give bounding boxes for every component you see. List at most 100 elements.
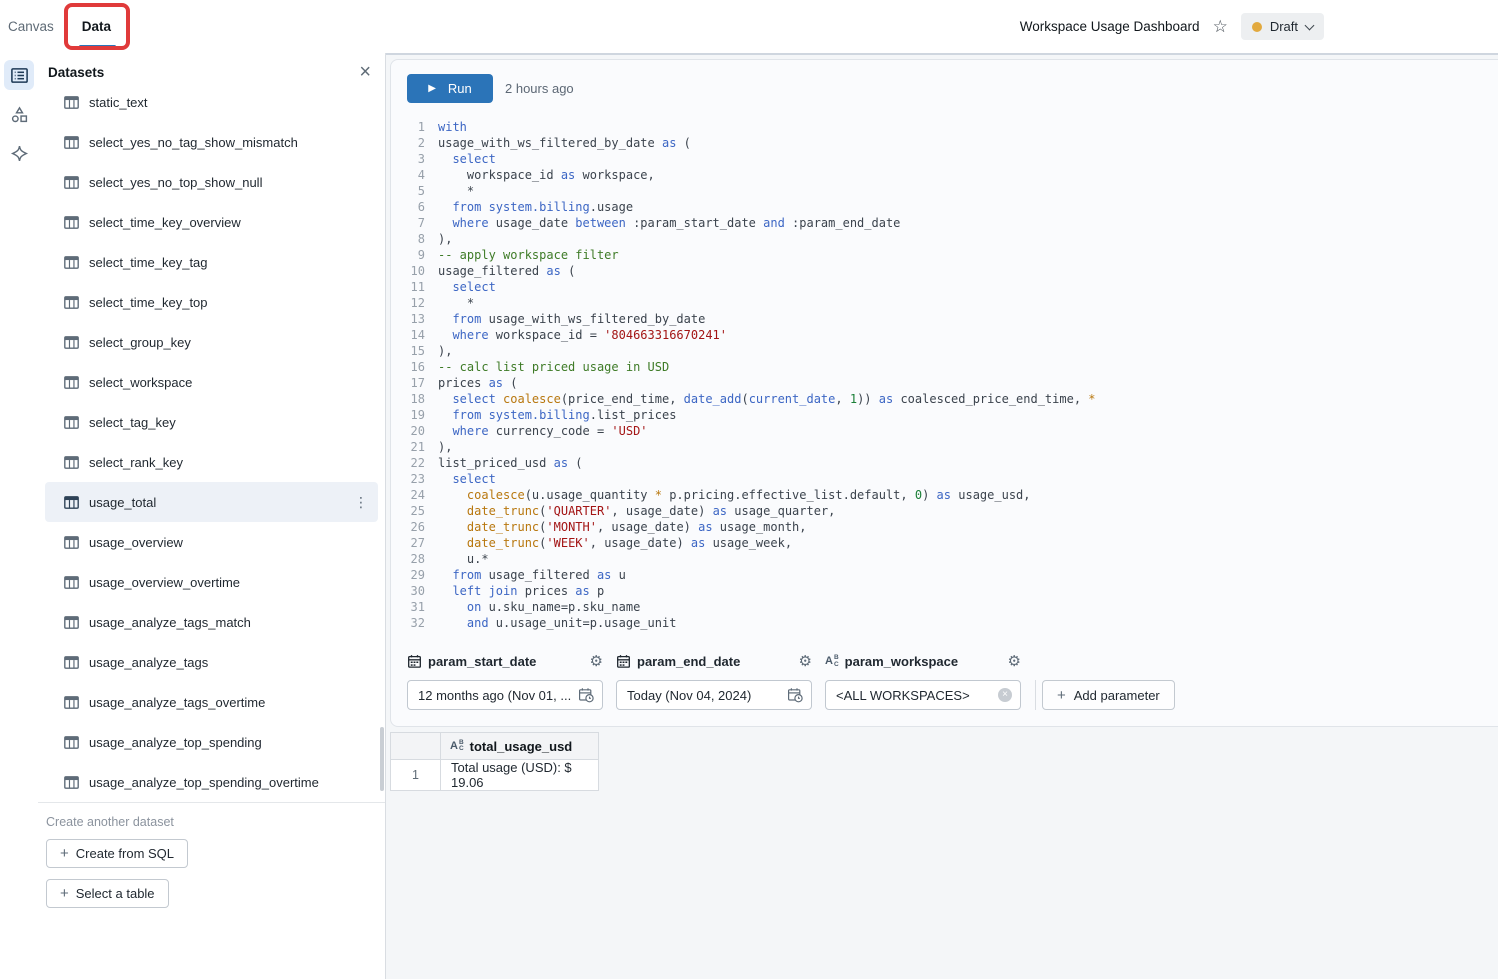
- rail-diagram-button[interactable]: [4, 99, 34, 129]
- tab-canvas[interactable]: Canvas: [8, 0, 54, 53]
- publish-status-dropdown[interactable]: Draft: [1241, 13, 1324, 40]
- rail-datasets-button[interactable]: [4, 60, 34, 90]
- results-table: ABCtotal_usage_usd 1Total usage (USD): $…: [390, 732, 599, 791]
- dataset-item[interactable]: select_rank_key: [45, 442, 378, 482]
- dataset-item[interactable]: select_yes_no_tag_show_mismatch: [45, 122, 378, 162]
- code-line: 29 from usage_filtered as u: [391, 567, 1498, 583]
- dataset-item-label: select_time_key_top: [89, 295, 208, 310]
- dataset-item-label: select_time_key_overview: [89, 215, 241, 230]
- dataset-item[interactable]: select_tag_key: [45, 402, 378, 442]
- parameter-name: param_start_date: [428, 654, 536, 669]
- dataset-item[interactable]: select_time_key_top: [45, 282, 378, 322]
- dataset-item[interactable]: select_yes_no_top_show_null: [45, 162, 378, 202]
- code-line: 13 from usage_with_ws_filtered_by_date: [391, 311, 1498, 327]
- table-icon: [63, 134, 80, 151]
- code-text: ),: [438, 343, 452, 359]
- draft-status-dot-icon: [1252, 22, 1262, 32]
- dataset-item-label: usage_total: [89, 495, 156, 510]
- code-line: 16-- calc list priced usage in USD: [391, 359, 1498, 375]
- parameter-input-param_start_date[interactable]: 12 months ago (Nov 01, ...: [407, 680, 603, 710]
- code-text: ),: [438, 231, 452, 247]
- dataset-item-label: usage_analyze_top_spending: [89, 735, 262, 750]
- line-number: 10: [391, 263, 438, 279]
- datasets-panel-header: Datasets ×: [38, 53, 385, 82]
- code-line: 11 select: [391, 279, 1498, 295]
- parameter-value: 12 months ago (Nov 01, ...: [418, 688, 572, 703]
- dataset-item[interactable]: select_group_key: [45, 322, 378, 362]
- table-icon: [63, 334, 80, 351]
- close-panel-icon[interactable]: ×: [359, 62, 371, 82]
- dataset-item[interactable]: usage_overview_overtime: [45, 562, 378, 602]
- dataset-item[interactable]: static_text: [45, 82, 378, 122]
- datasets-panel-footer: Create another dataset + Create from SQL…: [38, 802, 385, 919]
- content-area: Datasets × static_textselect_yes_no_tag_…: [0, 53, 1498, 979]
- parameter-input-param_end_date[interactable]: Today (Nov 04, 2024): [616, 680, 812, 710]
- dataset-item-label: select_tag_key: [89, 415, 176, 430]
- sql-code-editor[interactable]: 1with2usage_with_ws_filtered_by_date as …: [391, 119, 1498, 631]
- line-number: 20: [391, 423, 438, 439]
- dataset-item-label: usage_analyze_tags_match: [89, 615, 251, 630]
- table-icon: [63, 454, 80, 471]
- active-tab-underline: [79, 45, 116, 48]
- dashboard-title[interactable]: Workspace Usage Dashboard: [1020, 19, 1200, 34]
- code-line: 1with: [391, 119, 1498, 135]
- panel-scrollbar[interactable]: [380, 727, 384, 791]
- code-text: where currency_code = 'USD': [438, 423, 648, 439]
- select-a-table-label: Select a table: [76, 886, 155, 901]
- favorite-star-icon[interactable]: ☆: [1213, 18, 1228, 35]
- parameter-param_workspace: ABC param_workspace ⚙ <ALL WORKSPACES>×: [825, 652, 1021, 710]
- dataset-item[interactable]: usage_analyze_tags_match: [45, 602, 378, 642]
- line-number: 32: [391, 615, 438, 631]
- clear-value-icon[interactable]: ×: [998, 688, 1012, 702]
- line-number: 29: [391, 567, 438, 583]
- add-parameter-button[interactable]: +Add parameter: [1042, 680, 1175, 710]
- dataset-item[interactable]: select_time_key_tag: [45, 242, 378, 282]
- calendar-clock-icon[interactable]: [787, 687, 803, 703]
- code-text: from system.billing.list_prices: [438, 407, 676, 423]
- run-button[interactable]: ▶ Run: [407, 74, 493, 103]
- string-type-icon: ABC: [825, 655, 839, 668]
- dataset-item[interactable]: usage_total ⋮: [45, 482, 378, 522]
- dataset-list-icon: [10, 66, 29, 85]
- code-line: 7 where usage_date between :param_start_…: [391, 215, 1498, 231]
- code-line: 10usage_filtered as (: [391, 263, 1498, 279]
- calendar-clock-icon[interactable]: [578, 687, 594, 703]
- create-dataset-label: Create another dataset: [46, 815, 385, 829]
- code-text: date_trunc('WEEK', usage_date) as usage_…: [438, 535, 792, 551]
- dataset-item[interactable]: usage_analyze_tags_overtime: [45, 682, 378, 722]
- select-a-table-button[interactable]: + Select a table: [46, 879, 169, 908]
- dataset-item[interactable]: usage_analyze_top_spending: [45, 722, 378, 762]
- gear-icon[interactable]: ⚙: [1008, 654, 1021, 669]
- parameter-param_start_date: param_start_date ⚙ 12 months ago (Nov 01, …: [407, 652, 603, 710]
- gear-icon[interactable]: ⚙: [799, 654, 812, 669]
- line-number: 22: [391, 455, 438, 471]
- code-line: 9-- apply workspace filter: [391, 247, 1498, 263]
- code-line: 19 from system.billing.list_prices: [391, 407, 1498, 423]
- line-number: 25: [391, 503, 438, 519]
- code-line: 24 coalesce(u.usage_quantity * p.pricing…: [391, 487, 1498, 503]
- line-number: 31: [391, 599, 438, 615]
- parameter-input-param_workspace[interactable]: <ALL WORKSPACES>×: [825, 680, 1021, 710]
- line-number: 4: [391, 167, 438, 183]
- table-icon: [63, 254, 80, 271]
- line-number: 28: [391, 551, 438, 567]
- dataset-item[interactable]: usage_analyze_tags: [45, 642, 378, 682]
- dataset-item-label: usage_overview: [89, 535, 183, 550]
- rail-assistant-button[interactable]: [4, 138, 34, 168]
- line-number: 18: [391, 391, 438, 407]
- parameter-name: param_workspace: [845, 654, 958, 669]
- kebab-menu-icon[interactable]: ⋮: [354, 494, 368, 511]
- datasets-panel: Datasets × static_textselect_yes_no_tag_…: [38, 53, 386, 979]
- gear-icon[interactable]: ⚙: [590, 654, 603, 669]
- dataset-item[interactable]: select_workspace: [45, 362, 378, 402]
- left-icon-rail: [0, 53, 38, 979]
- tab-data[interactable]: Data: [82, 0, 111, 53]
- last-run-timestamp: 2 hours ago: [505, 81, 574, 96]
- dataset-item[interactable]: usage_overview: [45, 522, 378, 562]
- dataset-item[interactable]: usage_analyze_top_spending_overtime: [45, 762, 378, 802]
- create-from-sql-button[interactable]: + Create from SQL: [46, 839, 188, 868]
- table-row: 1Total usage (USD): $ 19.06: [391, 760, 599, 791]
- code-text: usage_filtered as (: [438, 263, 575, 279]
- dataset-item[interactable]: select_time_key_overview: [45, 202, 378, 242]
- code-text: select: [438, 279, 496, 295]
